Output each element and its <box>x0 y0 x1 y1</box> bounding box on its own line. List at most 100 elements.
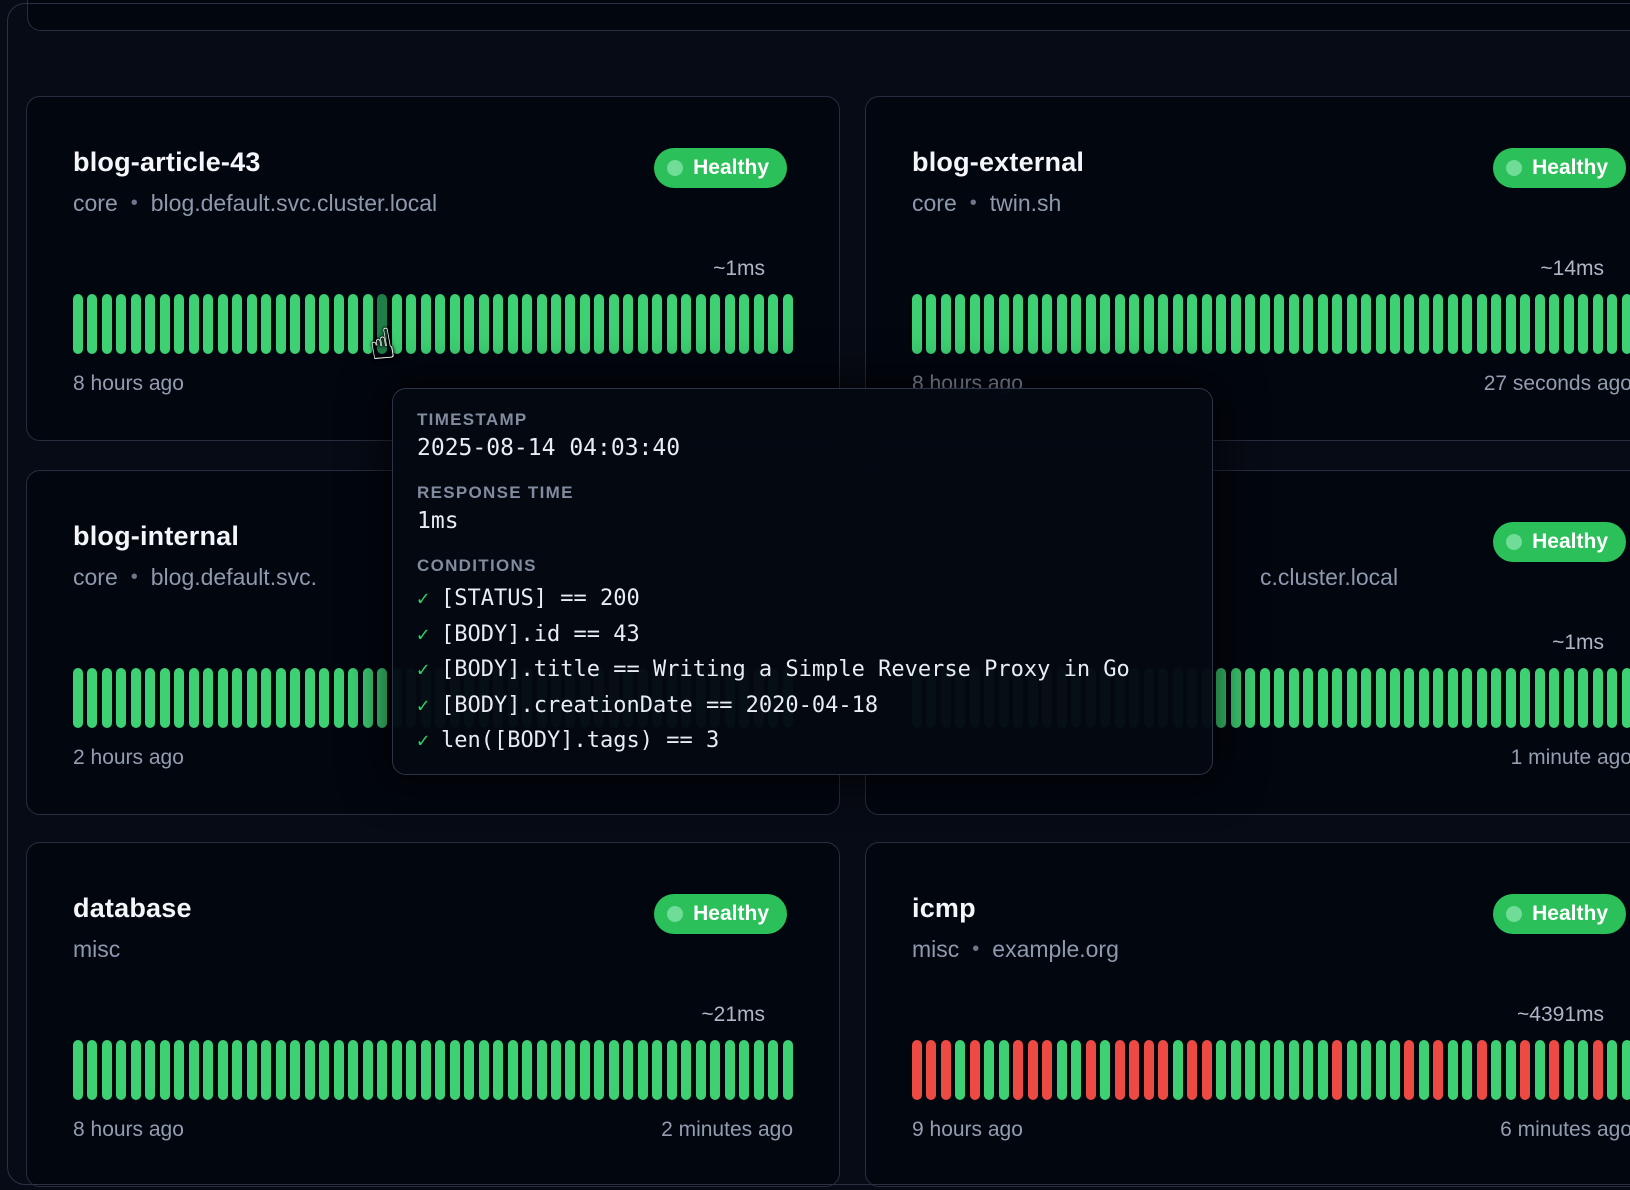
uptime-bar[interactable] <box>392 1040 402 1100</box>
uptime-bar[interactable] <box>1274 294 1284 354</box>
uptime-bar[interactable] <box>1274 1040 1284 1100</box>
uptime-bar[interactable] <box>754 294 764 354</box>
uptime-bar[interactable] <box>377 294 387 354</box>
uptime-bar[interactable] <box>1158 1040 1168 1100</box>
uptime-bar[interactable] <box>710 294 720 354</box>
uptime-bar[interactable] <box>594 294 604 354</box>
uptime-bar[interactable] <box>1462 668 1472 728</box>
uptime-bar[interactable] <box>73 294 83 354</box>
uptime-bar[interactable] <box>1622 668 1630 728</box>
uptime-bar[interactable] <box>319 294 329 354</box>
uptime-bar[interactable] <box>1361 294 1371 354</box>
uptime-bar[interactable] <box>912 1040 922 1100</box>
uptime-bar[interactable] <box>1042 294 1052 354</box>
uptime-bar[interactable] <box>1260 1040 1270 1100</box>
uptime-bar[interactable] <box>160 294 170 354</box>
uptime-bar[interactable] <box>941 294 951 354</box>
uptime-bar[interactable] <box>1245 1040 1255 1100</box>
uptime-bar[interactable] <box>348 1040 358 1100</box>
uptime-bar[interactable] <box>1216 294 1226 354</box>
uptime-bar[interactable] <box>1129 294 1139 354</box>
uptime-bar[interactable] <box>1347 1040 1357 1100</box>
uptime-bar[interactable] <box>1404 668 1414 728</box>
uptime-bar[interactable] <box>363 294 373 354</box>
uptime-bar[interactable] <box>1419 294 1429 354</box>
uptime-bar[interactable] <box>783 1040 793 1100</box>
uptime-bar[interactable] <box>1376 1040 1386 1100</box>
uptime-bar[interactable] <box>131 1040 141 1100</box>
uptime-bar[interactable] <box>1433 1040 1443 1100</box>
uptime-bar[interactable] <box>1462 1040 1472 1100</box>
uptime-bar[interactable] <box>261 1040 271 1100</box>
uptime-bar[interactable] <box>667 1040 677 1100</box>
uptime-bar[interactable] <box>1549 1040 1559 1100</box>
uptime-bar[interactable] <box>1607 1040 1617 1100</box>
uptime-bar[interactable] <box>754 1040 764 1100</box>
uptime-bar[interactable] <box>739 294 749 354</box>
uptime-bar[interactable] <box>290 1040 300 1100</box>
uptime-bar[interactable] <box>609 294 619 354</box>
uptime-bar[interactable] <box>1549 668 1559 728</box>
uptime-bar[interactable] <box>725 294 735 354</box>
uptime-bar[interactable] <box>334 668 344 728</box>
uptime-bar[interactable] <box>102 1040 112 1100</box>
uptime-bar[interactable] <box>377 668 387 728</box>
uptime-bar[interactable] <box>565 294 575 354</box>
endpoint-card[interactable]: icmpmisc•example.orgHealthy~4391ms9 hour… <box>865 842 1630 1187</box>
uptime-bar[interactable] <box>348 668 358 728</box>
uptime-bar[interactable] <box>290 294 300 354</box>
uptime-bar[interactable] <box>1231 1040 1241 1100</box>
uptime-bar[interactable] <box>203 668 213 728</box>
uptime-bar[interactable] <box>1491 294 1501 354</box>
uptime-bar[interactable] <box>160 668 170 728</box>
uptime-bar[interactable] <box>1028 1040 1038 1100</box>
uptime-bar[interactable] <box>319 1040 329 1100</box>
uptime-bar[interactable] <box>73 668 83 728</box>
uptime-bar[interactable] <box>508 1040 518 1100</box>
uptime-bar[interactable] <box>1057 294 1067 354</box>
uptime-bar[interactable] <box>116 1040 126 1100</box>
uptime-bar[interactable] <box>479 1040 489 1100</box>
uptime-bar[interactable] <box>334 294 344 354</box>
uptime-bar[interactable] <box>73 1040 83 1100</box>
uptime-bar[interactable] <box>131 668 141 728</box>
uptime-bar[interactable] <box>1173 294 1183 354</box>
uptime-bar[interactable] <box>290 668 300 728</box>
uptime-bar[interactable] <box>145 294 155 354</box>
uptime-bar[interactable] <box>116 668 126 728</box>
uptime-bar[interactable] <box>1549 294 1559 354</box>
uptime-bar[interactable] <box>276 1040 286 1100</box>
uptime-bar[interactable] <box>926 294 936 354</box>
uptime-bar[interactable] <box>551 1040 561 1100</box>
uptime-bar[interactable] <box>1318 294 1328 354</box>
uptime-bar[interactable] <box>1245 668 1255 728</box>
uptime-bar[interactable] <box>305 294 315 354</box>
uptime-bar[interactable] <box>696 294 706 354</box>
uptime-bar[interactable] <box>1129 1040 1139 1100</box>
uptime-bar[interactable] <box>1042 1040 1052 1100</box>
uptime-bar[interactable] <box>1216 1040 1226 1100</box>
uptime-bar[interactable] <box>1491 668 1501 728</box>
uptime-bar[interactable] <box>218 1040 228 1100</box>
uptime-bar[interactable] <box>174 1040 184 1100</box>
uptime-bar[interactable] <box>1506 1040 1516 1100</box>
uptime-bar[interactable] <box>955 1040 965 1100</box>
uptime-bar[interactable] <box>667 294 677 354</box>
uptime-bar[interactable] <box>1028 294 1038 354</box>
uptime-bar[interactable] <box>1260 668 1270 728</box>
uptime-bar[interactable] <box>565 1040 575 1100</box>
uptime-bar[interactable] <box>261 668 271 728</box>
uptime-bar[interactable] <box>1491 1040 1501 1100</box>
uptime-bar[interactable] <box>87 294 97 354</box>
uptime-bar[interactable] <box>1115 294 1125 354</box>
uptime-bar[interactable] <box>941 1040 951 1100</box>
uptime-bar[interactable] <box>493 1040 503 1100</box>
uptime-bar[interactable] <box>305 1040 315 1100</box>
uptime-bar[interactable] <box>1202 1040 1212 1100</box>
uptime-bar[interactable] <box>276 668 286 728</box>
uptime-bar[interactable] <box>999 1040 1009 1100</box>
uptime-bar[interactable] <box>912 294 922 354</box>
uptime-bar[interactable] <box>1071 294 1081 354</box>
uptime-bar[interactable] <box>768 294 778 354</box>
uptime-bar[interactable] <box>652 294 662 354</box>
